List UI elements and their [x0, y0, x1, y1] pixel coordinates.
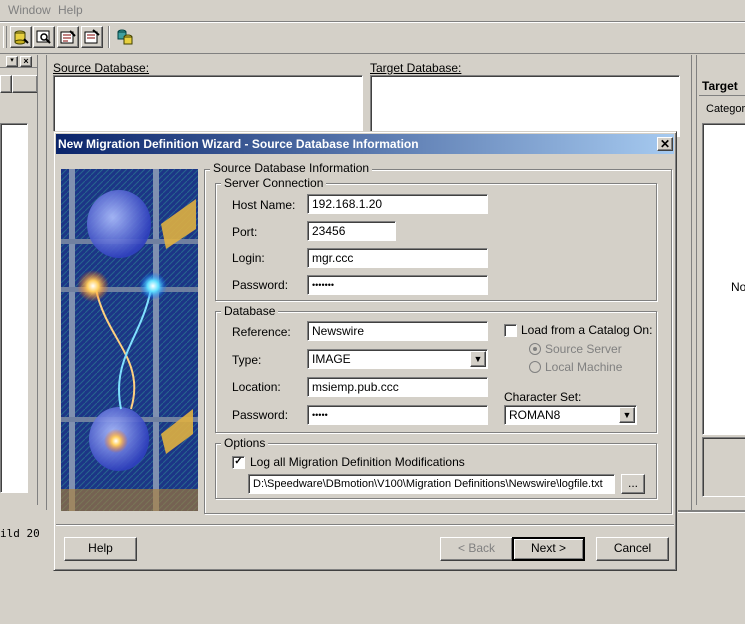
port-field[interactable]: 23456	[307, 221, 396, 241]
load-from-catalog-checkbox[interactable]	[504, 324, 517, 337]
database-title: Database	[221, 305, 279, 318]
abstract-art-graphic	[61, 169, 198, 511]
browse-button[interactable]: ...	[621, 474, 645, 494]
left-tree-view[interactable]	[0, 123, 28, 493]
right-pane-tab-strip	[699, 95, 745, 96]
toolbar	[0, 23, 745, 53]
back-button[interactable]: < Back	[440, 537, 513, 561]
status-divider	[678, 510, 745, 513]
login-field[interactable]: mgr.ccc	[307, 248, 488, 268]
menu-window[interactable]: Window	[8, 3, 51, 17]
character-set-dropdown-button[interactable]: ▼	[619, 407, 635, 423]
pane-close-button[interactable]: ×	[20, 56, 32, 67]
left-pane: ▾ ×	[0, 55, 38, 505]
reference-label: Reference:	[232, 325, 291, 339]
type-dropdown-button[interactable]: ▼	[470, 351, 486, 367]
server-password-field[interactable]: •••••••	[307, 275, 488, 295]
type-select-value: IMAGE	[312, 352, 351, 366]
right-pane-text: No	[731, 280, 745, 294]
login-label: Login:	[232, 251, 265, 265]
toolbar-divider	[0, 53, 745, 54]
toolbar-grip	[3, 26, 7, 48]
right-list-view[interactable]	[702, 123, 745, 435]
reference-field[interactable]: Newswire	[307, 321, 488, 341]
logfile-path-field[interactable]: D:\Speedware\DBmotion\V100\Migration Def…	[248, 474, 615, 494]
status-output: ild 20	[0, 510, 54, 550]
source-database-info-title: Source Database Information	[210, 162, 373, 175]
local-machine-radio[interactable]	[529, 361, 541, 373]
host-name-label: Host Name:	[232, 198, 296, 212]
dialog-close-button[interactable]: ✕	[657, 137, 673, 151]
type-label: Type:	[232, 353, 262, 367]
chevron-down-icon: ▼	[473, 354, 483, 364]
close-icon: ✕	[659, 137, 671, 151]
location-field[interactable]: msiemp.pub.ccc	[307, 377, 488, 397]
left-pane-border	[37, 55, 38, 505]
log-modifications-label: Log all Migration Definition Modificatio…	[250, 455, 465, 469]
server-connection-title: Server Connection	[221, 177, 327, 190]
toolbar-separator	[108, 26, 110, 48]
edit-definition-icon[interactable]	[57, 26, 79, 48]
source-server-radio[interactable]	[529, 343, 541, 355]
left-pane-button-2[interactable]	[12, 75, 38, 93]
chevron-down-icon: ▼	[622, 410, 632, 420]
right-lower-box	[702, 437, 745, 497]
pane-menu-button[interactable]: ▾	[6, 56, 18, 67]
server-password-label: Password:	[232, 278, 289, 292]
character-set-label: Character Set:	[504, 390, 582, 404]
cancel-button[interactable]: Cancel	[596, 537, 669, 561]
database-password-field[interactable]: •••••	[307, 405, 488, 425]
database-password-label: Password:	[232, 408, 289, 422]
wizard-dialog: New Migration Definition Wizard - Source…	[53, 131, 677, 571]
dialog-title-bar: New Migration Definition Wizard - Source…	[56, 134, 674, 154]
source-server-label: Source Server	[545, 342, 622, 356]
right-pane-header: Target	[702, 79, 738, 93]
load-from-catalog-label: Load from a Catalog On:	[521, 323, 653, 337]
port-label: Port:	[232, 225, 258, 239]
local-machine-label: Local Machine	[545, 360, 623, 374]
help-button[interactable]: Help	[64, 537, 137, 561]
location-label: Location:	[232, 380, 281, 394]
dialog-separator	[56, 524, 674, 526]
next-button[interactable]: Next >	[512, 537, 585, 561]
search-icon[interactable]	[33, 26, 55, 48]
right-pane: Target Categorie No	[696, 55, 745, 505]
status-text: ild 20	[0, 527, 40, 540]
host-name-field[interactable]: 192.168.1.20	[307, 194, 488, 214]
dialog-title: New Migration Definition Wizard - Source…	[58, 137, 419, 151]
character-set-select[interactable]: ROMAN8	[504, 405, 637, 425]
properties-icon[interactable]	[81, 26, 103, 48]
menu-help[interactable]: Help	[58, 3, 83, 17]
type-select[interactable]: IMAGE	[307, 349, 488, 369]
left-pane-button[interactable]	[0, 75, 12, 93]
checkmark-icon: ✓	[234, 456, 243, 467]
log-modifications-checkbox[interactable]: ✓	[232, 456, 245, 469]
menu-bar: Window Help	[0, 0, 745, 20]
wizard-image	[61, 169, 198, 511]
character-set-value: ROMAN8	[509, 408, 561, 422]
tab-categories[interactable]: Categorie	[706, 103, 745, 115]
connect-database-icon[interactable]	[10, 26, 32, 48]
options-title: Options	[221, 437, 269, 450]
database-group-icon[interactable]	[114, 26, 136, 48]
